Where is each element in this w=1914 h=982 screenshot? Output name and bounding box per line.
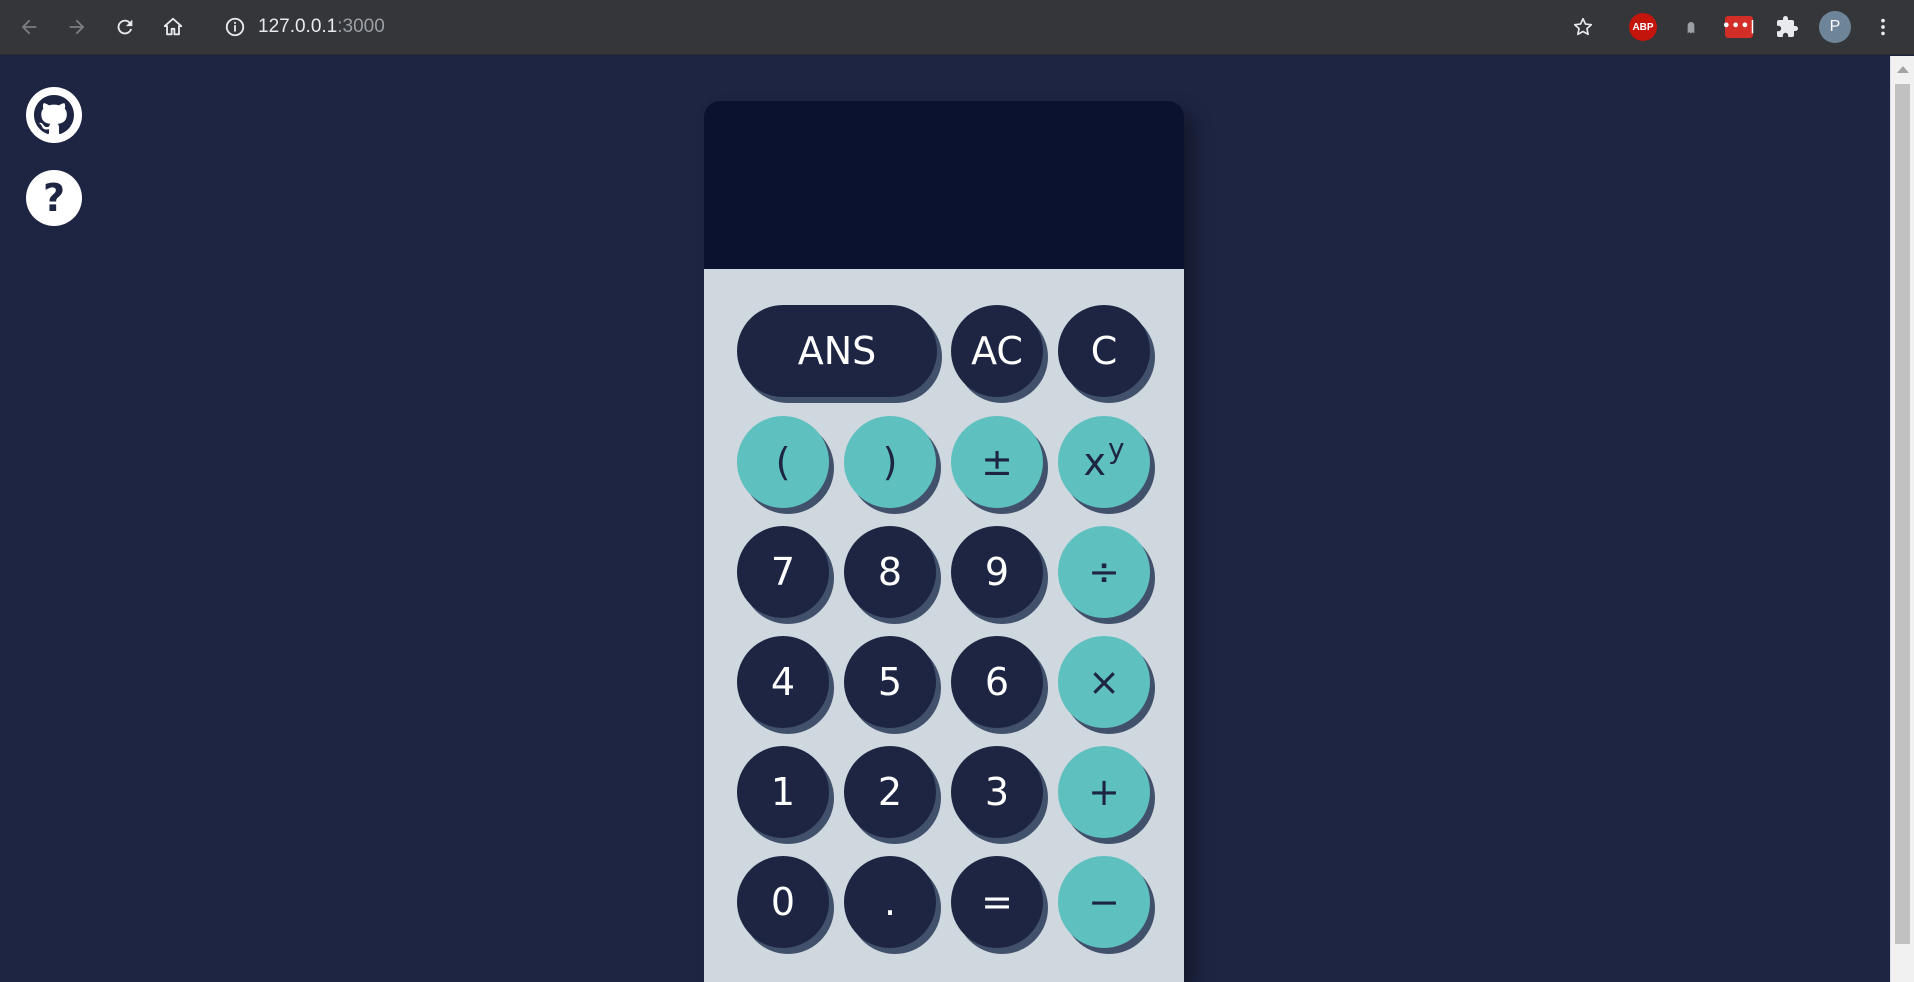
- extensions-puzzle-button[interactable]: [1773, 13, 1801, 41]
- plus-minus-button[interactable]: ±: [951, 416, 1043, 508]
- extension-ghost-icon[interactable]: [1677, 13, 1705, 41]
- arrow-left-icon: [21, 19, 37, 35]
- digit-3-button[interactable]: 3: [951, 746, 1043, 838]
- multiply-button[interactable]: ×: [1058, 636, 1150, 728]
- adblock-extension-icon[interactable]: ABP: [1629, 13, 1657, 41]
- help-button[interactable]: ?: [26, 170, 82, 226]
- back-button[interactable]: [14, 12, 44, 42]
- power-button[interactable]: xy: [1058, 416, 1150, 508]
- digit-8-button[interactable]: 8: [844, 526, 936, 618]
- clear-button[interactable]: C: [1058, 305, 1150, 397]
- digit-1-button[interactable]: 1: [737, 746, 829, 838]
- page-scrollbar[interactable]: [1890, 56, 1914, 982]
- close-paren-button[interactable]: ): [844, 416, 936, 508]
- scroll-up-arrow-icon[interactable]: [1897, 66, 1909, 73]
- digit-7-button[interactable]: 7: [737, 526, 829, 618]
- address-bar[interactable]: 127.0.0.1:3000: [210, 9, 1540, 45]
- github-icon: [34, 95, 74, 135]
- star-icon: [1573, 17, 1593, 36]
- profile-avatar[interactable]: P: [1819, 11, 1851, 43]
- help-icon: ?: [42, 176, 66, 220]
- ans-button[interactable]: ANS: [737, 305, 937, 397]
- reload-icon: [117, 19, 133, 35]
- calculator-display: [704, 101, 1184, 269]
- digit-4-button[interactable]: 4: [737, 636, 829, 728]
- digit-2-button[interactable]: 2: [844, 746, 936, 838]
- digit-5-button[interactable]: 5: [844, 636, 936, 728]
- url-host: 127.0.0.1: [258, 16, 338, 37]
- decimal-point-button[interactable]: .: [844, 856, 936, 948]
- add-button[interactable]: +: [1058, 746, 1150, 838]
- info-icon[interactable]: [224, 16, 246, 38]
- digit-0-button[interactable]: 0: [737, 856, 829, 948]
- power-base: x: [1083, 440, 1106, 484]
- home-button[interactable]: [158, 12, 188, 42]
- calculator: ANS AC C ( ) ± xy 7 8 9 ÷ 4 5 6 × 1 2 3 …: [704, 101, 1184, 982]
- open-paren-button[interactable]: (: [737, 416, 829, 508]
- reload-button[interactable]: [110, 12, 140, 42]
- kebab-menu-icon: [1881, 18, 1885, 36]
- subtract-button[interactable]: −: [1058, 856, 1150, 948]
- all-clear-button[interactable]: AC: [951, 305, 1043, 397]
- url-text: 127.0.0.1:3000: [258, 15, 385, 39]
- keypad: ANS AC C ( ) ± xy 7 8 9 ÷ 4 5 6 × 1 2 3 …: [704, 269, 1184, 982]
- digit-6-button[interactable]: 6: [951, 636, 1043, 728]
- browser-toolbar: 127.0.0.1:3000 ABP •••| P: [0, 0, 1914, 55]
- puzzle-icon: [1777, 16, 1798, 37]
- github-link[interactable]: [26, 87, 82, 143]
- bookmark-star-button[interactable]: [1568, 12, 1598, 42]
- chrome-menu-button[interactable]: [1868, 12, 1898, 42]
- forward-button[interactable]: [62, 12, 92, 42]
- equals-button[interactable]: =: [951, 856, 1043, 948]
- url-port: :3000: [337, 16, 385, 37]
- scroll-thumb[interactable]: [1895, 84, 1910, 944]
- divide-button[interactable]: ÷: [1058, 526, 1150, 618]
- power-exponent: y: [1107, 431, 1125, 465]
- home-icon: [163, 17, 183, 36]
- digit-9-button[interactable]: 9: [951, 526, 1043, 618]
- lastpass-extension-icon[interactable]: •••|: [1722, 16, 1755, 38]
- arrow-right-icon: [69, 19, 85, 35]
